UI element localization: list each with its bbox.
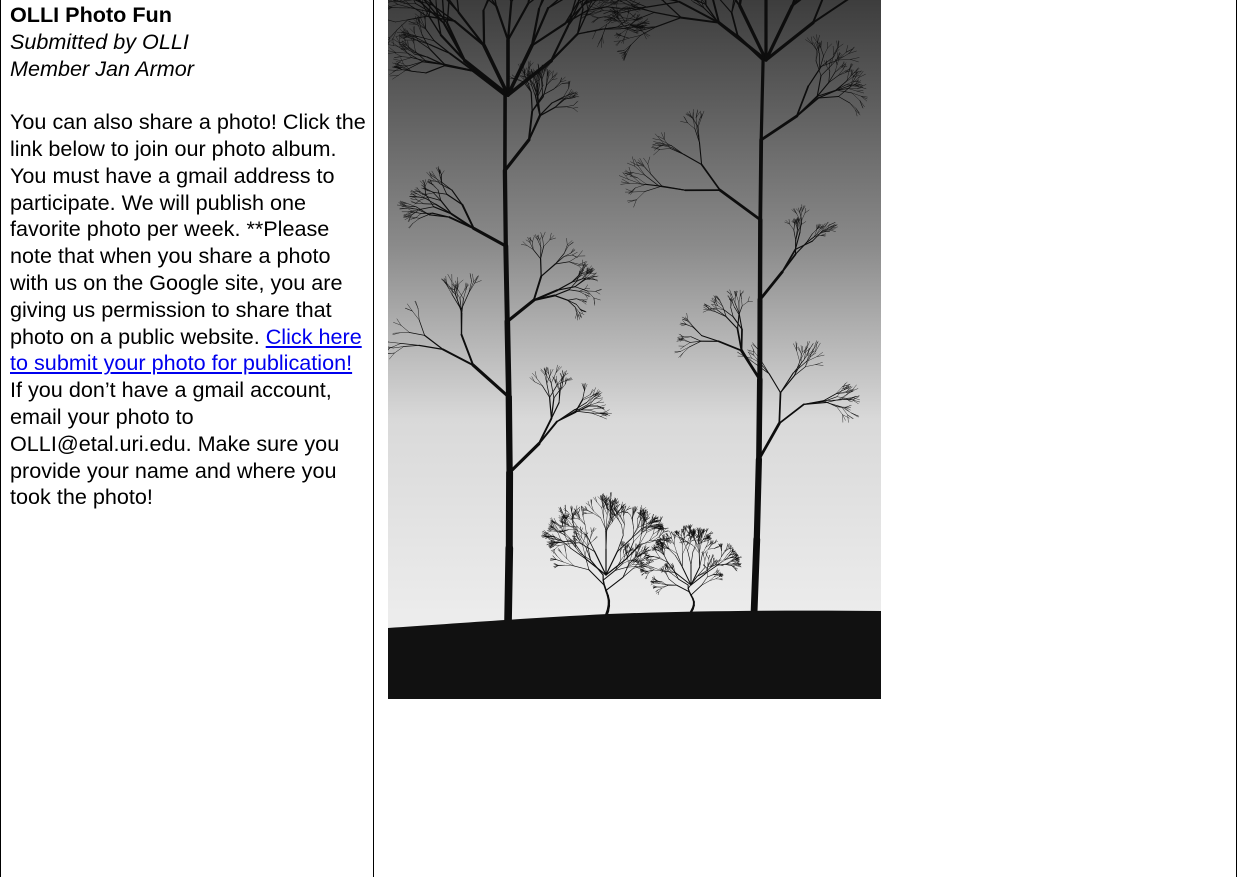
ground [388,610,881,699]
article-title: OLLI Photo Fun [10,2,172,27]
column-divider [373,0,374,877]
body-text-closing: If you don’t have a gmail account, email… [10,377,340,510]
tree-photo-icon [388,0,881,699]
sky [388,0,881,699]
article-byline: Submitted by OLLI Member Jan Armor [10,28,194,81]
body-text-intro: You can also share a photo! Click the li… [10,109,366,349]
article-body: You can also share a photo! Click the li… [10,109,366,511]
photo-fun-text-column: OLLI Photo Fun Submitted by OLLI Member … [10,2,366,511]
tree-photo [388,0,881,699]
